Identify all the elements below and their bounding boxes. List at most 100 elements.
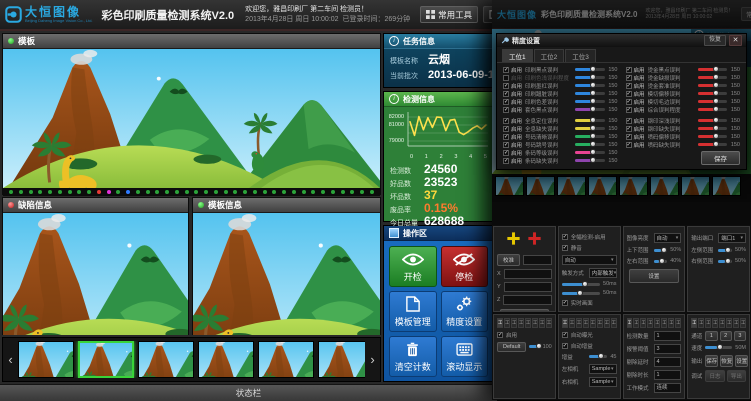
- station-tab[interactable]: 工位1: [502, 49, 533, 62]
- station-tab[interactable]: 工位1: [691, 318, 697, 328]
- precision-settings-button[interactable]: 精度设置: [441, 291, 489, 332]
- trigger-dropdown[interactable]: 内部触发▾: [589, 268, 617, 278]
- output-port-dropdown[interactable]: 端口1▾: [718, 233, 746, 243]
- frame-thumbnail[interactable]: [557, 176, 586, 196]
- sensitivity-slider[interactable]: [575, 92, 605, 95]
- station-tab[interactable]: 工位5: [590, 318, 596, 328]
- station-tab[interactable]: 工位1: [562, 318, 568, 328]
- left-range-slider[interactable]: [718, 249, 732, 252]
- station-tab[interactable]: 工位4: [712, 318, 718, 328]
- frame-thumbnail[interactable]: [198, 341, 254, 378]
- channel-button[interactable]: 3: [734, 331, 746, 341]
- station-tab[interactable]: 工位6: [726, 318, 732, 328]
- gain-slider[interactable]: [589, 355, 608, 358]
- frame-thumbnail[interactable]: [526, 176, 555, 196]
- enable-checkbox[interactable]: ✓: [503, 134, 509, 140]
- frame-thumbnail[interactable]: [681, 176, 710, 196]
- frame-thumbnail[interactable]: [619, 176, 648, 196]
- enable-checkbox[interactable]: ✓: [503, 158, 509, 164]
- station-tab[interactable]: 工位5: [654, 318, 660, 328]
- station-tab[interactable]: 工位6: [532, 318, 538, 328]
- sensitivity-slider[interactable]: [698, 127, 728, 130]
- sensitivity-slider[interactable]: [575, 159, 605, 162]
- coordinate-input[interactable]: [504, 269, 552, 279]
- frame-thumbnail[interactable]: [138, 341, 194, 378]
- level-slider[interactable]: [529, 345, 539, 348]
- sensitivity-slider[interactable]: [575, 108, 605, 111]
- frame-thumbnail[interactable]: [650, 176, 679, 196]
- left-camera-dropdown[interactable]: Sample▾: [589, 364, 617, 374]
- apply-button[interactable]: 设置: [629, 269, 678, 283]
- speed-slider[interactable]: [705, 346, 732, 349]
- brightness-dropdown[interactable]: 自动▾: [654, 233, 682, 243]
- enable-checkbox[interactable]: ✓: [626, 83, 632, 89]
- profile-button[interactable]: Default: [497, 342, 526, 352]
- frame-thumbnail[interactable]: [588, 176, 617, 196]
- sensitivity-slider[interactable]: [575, 119, 605, 122]
- sensitivity-slider[interactable]: [698, 143, 728, 146]
- checkbox[interactable]: ✓: [562, 300, 568, 306]
- channel-button[interactable]: 2: [720, 331, 732, 341]
- station-tab[interactable]: 工位1: [497, 318, 503, 328]
- checkbox[interactable]: ✓: [562, 245, 568, 251]
- checkbox[interactable]: ✓: [497, 332, 503, 338]
- station-tab[interactable]: 工位2: [698, 318, 704, 328]
- sensitivity-slider[interactable]: [698, 100, 728, 103]
- close-icon[interactable]: ✕: [729, 35, 742, 46]
- sensitivity-slider[interactable]: [698, 108, 728, 111]
- station-tab[interactable]: 工位8: [611, 318, 617, 328]
- station-tab[interactable]: 工位3: [565, 49, 596, 62]
- station-tab[interactable]: 工位4: [518, 318, 524, 328]
- station-tab[interactable]: 工位3: [576, 318, 582, 328]
- start-inspection-button[interactable]: 开检: [389, 246, 437, 287]
- coordinate-input[interactable]: [504, 282, 552, 292]
- stop-inspection-button[interactable]: 停检: [441, 246, 489, 287]
- sensitivity-slider[interactable]: [575, 84, 605, 87]
- filmstrip-prev-icon[interactable]: ‹: [6, 352, 15, 367]
- sensitivity-slider[interactable]: [575, 68, 605, 71]
- enable-checkbox[interactable]: ✓: [503, 67, 509, 73]
- sensitivity-slider[interactable]: [575, 127, 605, 130]
- station-tab[interactable]: 工位7: [539, 318, 545, 328]
- sensitivity-slider[interactable]: [575, 143, 605, 146]
- parameter-input[interactable]: 3: [654, 344, 682, 354]
- clear-count-button[interactable]: 清空计数: [389, 336, 437, 377]
- checkbox[interactable]: ✓: [562, 332, 568, 338]
- right-range-slider[interactable]: [718, 260, 732, 263]
- enable-checkbox[interactable]: ✓: [503, 126, 509, 132]
- filmstrip-next-icon[interactable]: ›: [368, 352, 377, 367]
- common-tools-button[interactable]: 常用工具: [420, 6, 478, 23]
- sensitivity-slider[interactable]: [698, 92, 728, 95]
- enable-checkbox[interactable]: ✓: [503, 107, 509, 113]
- station-tab[interactable]: 工位8: [546, 318, 552, 328]
- station-tab[interactable]: 工位3: [511, 318, 517, 328]
- mode-dropdown[interactable]: 自动▾: [562, 255, 617, 265]
- output-button[interactable]: 恢复: [720, 355, 733, 367]
- save-button[interactable]: 保存: [701, 151, 740, 165]
- sensitivity-slider[interactable]: [698, 135, 728, 138]
- station-tab[interactable]: 工位7: [733, 318, 739, 328]
- station-tab[interactable]: 工位4: [583, 318, 589, 328]
- station-tab[interactable]: 工位7: [604, 318, 610, 328]
- restore-button[interactable]: 恢复: [704, 35, 726, 46]
- enable-checkbox[interactable]: ✓: [626, 107, 632, 113]
- enable-checkbox[interactable]: ✓: [503, 118, 509, 124]
- station-tab[interactable]: 工位4: [647, 318, 653, 328]
- frame-thumbnail[interactable]: [18, 341, 74, 378]
- debug-button[interactable]: 日志: [705, 370, 724, 382]
- station-tab[interactable]: 工位2: [534, 49, 565, 62]
- sensitivity-slider[interactable]: [575, 135, 605, 138]
- sensitivity-slider[interactable]: [698, 84, 728, 87]
- enable-checkbox[interactable]: ✓: [503, 142, 509, 148]
- duration-slider[interactable]: [562, 292, 600, 295]
- frame-thumbnail[interactable]: [495, 176, 524, 196]
- enable-checkbox[interactable]: ✓: [626, 118, 632, 124]
- station-tab[interactable]: 工位5: [525, 318, 531, 328]
- scroll-display-button[interactable]: 滚动显示: [441, 336, 489, 377]
- delay-slider[interactable]: [562, 283, 600, 286]
- template-manage-button[interactable]: 模板管理: [389, 291, 437, 332]
- debug-button[interactable]: 导出: [727, 370, 746, 382]
- coordinate-input[interactable]: [503, 295, 551, 305]
- parameter-input[interactable]: 4: [654, 357, 682, 367]
- enable-checkbox[interactable]: ✓: [503, 91, 509, 97]
